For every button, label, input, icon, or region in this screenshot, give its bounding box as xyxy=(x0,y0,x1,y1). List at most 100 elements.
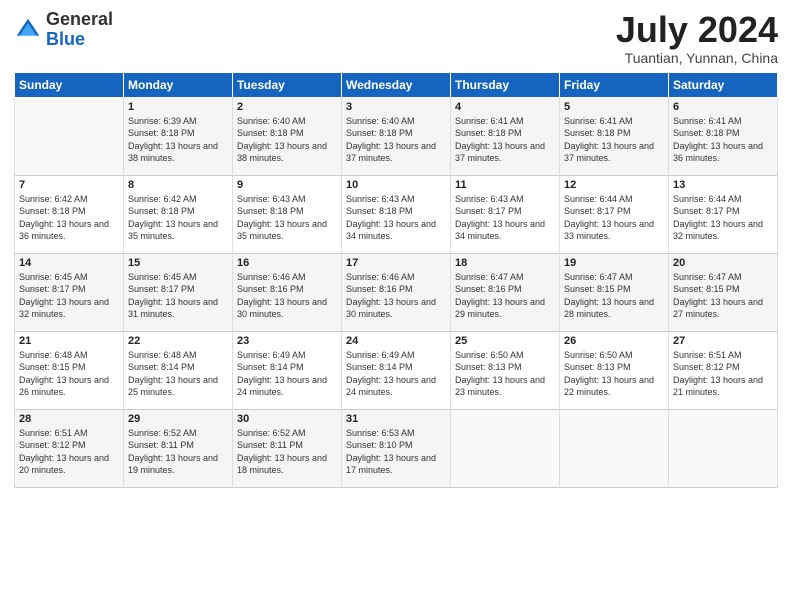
cell-info: Sunrise: 6:47 AM Sunset: 8:15 PM Dayligh… xyxy=(673,271,773,321)
day-number: 28 xyxy=(19,413,119,425)
cell-info: Sunrise: 6:45 AM Sunset: 8:17 PM Dayligh… xyxy=(19,271,119,321)
col-tuesday: Tuesday xyxy=(233,72,342,97)
col-monday: Monday xyxy=(124,72,233,97)
day-number: 15 xyxy=(128,257,228,269)
cell-info: Sunrise: 6:40 AM Sunset: 8:18 PM Dayligh… xyxy=(346,115,446,165)
cell-info: Sunrise: 6:43 AM Sunset: 8:17 PM Dayligh… xyxy=(455,193,555,243)
day-number: 20 xyxy=(673,257,773,269)
cell-info: Sunrise: 6:47 AM Sunset: 8:16 PM Dayligh… xyxy=(455,271,555,321)
logo-icon xyxy=(14,16,42,44)
col-saturday: Saturday xyxy=(669,72,778,97)
header-row: Sunday Monday Tuesday Wednesday Thursday… xyxy=(15,72,778,97)
week-row-5: 28 Sunrise: 6:51 AM Sunset: 8:12 PM Dayli… xyxy=(15,409,778,487)
day-number: 3 xyxy=(346,101,446,113)
calendar-cell: 28 Sunrise: 6:51 AM Sunset: 8:12 PM Dayli… xyxy=(15,409,124,487)
cell-info: Sunrise: 6:45 AM Sunset: 8:17 PM Dayligh… xyxy=(128,271,228,321)
cell-info: Sunrise: 6:43 AM Sunset: 8:18 PM Dayligh… xyxy=(346,193,446,243)
calendar-cell: 16Sunrise: 6:46 AM Sunset: 8:16 PM Dayli… xyxy=(233,253,342,331)
day-number: 18 xyxy=(455,257,555,269)
cell-info: Sunrise: 6:44 AM Sunset: 8:17 PM Dayligh… xyxy=(564,193,664,243)
cell-info: Sunrise: 6:39 AM Sunset: 8:18 PM Dayligh… xyxy=(128,115,228,165)
cell-info: Sunrise: 6:41 AM Sunset: 8:18 PM Dayligh… xyxy=(673,115,773,165)
cell-info: Sunrise: 6:46 AM Sunset: 8:16 PM Dayligh… xyxy=(237,271,337,321)
week-row-3: 14 Sunrise: 6:45 AM Sunset: 8:17 PM Dayli… xyxy=(15,253,778,331)
cell-info: Sunrise: 6:53 AM Sunset: 8:10 PM Dayligh… xyxy=(346,427,446,477)
cell-info: Sunrise: 6:51 AM Sunset: 8:12 PM Dayligh… xyxy=(673,349,773,399)
cell-info: Sunrise: 6:44 AM Sunset: 8:17 PM Dayligh… xyxy=(673,193,773,243)
page: General Blue July 2024 Tuantian, Yunnan,… xyxy=(0,0,792,612)
cell-info: Sunrise: 6:49 AM Sunset: 8:14 PM Dayligh… xyxy=(346,349,446,399)
logo: General Blue xyxy=(14,10,113,50)
col-friday: Friday xyxy=(560,72,669,97)
calendar-cell: 10 Sunrise: 6:43 AM Sunset: 8:18 PM Dayli… xyxy=(342,175,451,253)
day-number: 12 xyxy=(564,179,664,191)
day-number: 26 xyxy=(564,335,664,347)
day-number: 4 xyxy=(455,101,555,113)
day-number: 24 xyxy=(346,335,446,347)
calendar-cell: 26 Sunrise: 6:50 AM Sunset: 8:13 PM Dayli… xyxy=(560,331,669,409)
logo-general: General xyxy=(46,9,113,29)
calendar-cell: 13 Sunrise: 6:44 AM Sunset: 8:17 PM Dayli… xyxy=(669,175,778,253)
calendar-cell xyxy=(560,409,669,487)
day-number: 31 xyxy=(346,413,446,425)
month-title: July 2024 xyxy=(616,10,778,50)
col-sunday: Sunday xyxy=(15,72,124,97)
day-number: 23 xyxy=(237,335,337,347)
calendar-cell xyxy=(669,409,778,487)
day-number: 30 xyxy=(237,413,337,425)
day-number: 5 xyxy=(564,101,664,113)
cell-info: Sunrise: 6:42 AM Sunset: 8:18 PM Dayligh… xyxy=(19,193,119,243)
calendar-body: 1 Sunrise: 6:39 AM Sunset: 8:18 PM Daylig… xyxy=(15,97,778,487)
calendar-cell: 11 Sunrise: 6:43 AM Sunset: 8:17 PM Dayli… xyxy=(451,175,560,253)
calendar-cell xyxy=(451,409,560,487)
cell-info: Sunrise: 6:52 AM Sunset: 8:11 PM Dayligh… xyxy=(128,427,228,477)
cell-info: Sunrise: 6:49 AM Sunset: 8:14 PM Dayligh… xyxy=(237,349,337,399)
calendar-cell: 19Sunrise: 6:47 AM Sunset: 8:15 PM Dayli… xyxy=(560,253,669,331)
day-number: 13 xyxy=(673,179,773,191)
calendar-cell: 5 Sunrise: 6:41 AM Sunset: 8:18 PM Daylig… xyxy=(560,97,669,175)
day-number: 2 xyxy=(237,101,337,113)
cell-info: Sunrise: 6:51 AM Sunset: 8:12 PM Dayligh… xyxy=(19,427,119,477)
calendar-cell: 20 Sunrise: 6:47 AM Sunset: 8:15 PM Dayli… xyxy=(669,253,778,331)
calendar-table: Sunday Monday Tuesday Wednesday Thursday… xyxy=(14,72,778,488)
col-wednesday: Wednesday xyxy=(342,72,451,97)
day-number: 25 xyxy=(455,335,555,347)
day-number: 14 xyxy=(19,257,119,269)
cell-info: Sunrise: 6:43 AM Sunset: 8:18 PM Dayligh… xyxy=(237,193,337,243)
col-thursday: Thursday xyxy=(451,72,560,97)
cell-info: Sunrise: 6:41 AM Sunset: 8:18 PM Dayligh… xyxy=(564,115,664,165)
title-block: July 2024 Tuantian, Yunnan, China xyxy=(616,10,778,66)
calendar-cell xyxy=(15,97,124,175)
week-row-2: 7 Sunrise: 6:42 AM Sunset: 8:18 PM Daylig… xyxy=(15,175,778,253)
calendar-cell: 22Sunrise: 6:48 AM Sunset: 8:14 PM Dayli… xyxy=(124,331,233,409)
calendar-cell: 31 Sunrise: 6:53 AM Sunset: 8:10 PM Dayli… xyxy=(342,409,451,487)
day-number: 19 xyxy=(564,257,664,269)
header: General Blue July 2024 Tuantian, Yunnan,… xyxy=(14,10,778,66)
day-number: 11 xyxy=(455,179,555,191)
calendar-cell: 18 Sunrise: 6:47 AM Sunset: 8:16 PM Dayli… xyxy=(451,253,560,331)
cell-info: Sunrise: 6:50 AM Sunset: 8:13 PM Dayligh… xyxy=(455,349,555,399)
day-number: 1 xyxy=(128,101,228,113)
calendar-cell: 6Sunrise: 6:41 AM Sunset: 8:18 PM Daylig… xyxy=(669,97,778,175)
day-number: 7 xyxy=(19,179,119,191)
cell-info: Sunrise: 6:42 AM Sunset: 8:18 PM Dayligh… xyxy=(128,193,228,243)
day-number: 21 xyxy=(19,335,119,347)
calendar-cell: 8 Sunrise: 6:42 AM Sunset: 8:18 PM Daylig… xyxy=(124,175,233,253)
day-number: 10 xyxy=(346,179,446,191)
cell-info: Sunrise: 6:41 AM Sunset: 8:18 PM Dayligh… xyxy=(455,115,555,165)
calendar-cell: 1 Sunrise: 6:39 AM Sunset: 8:18 PM Daylig… xyxy=(124,97,233,175)
calendar-cell: 29Sunrise: 6:52 AM Sunset: 8:11 PM Dayli… xyxy=(124,409,233,487)
logo-text: General Blue xyxy=(46,10,113,50)
cell-info: Sunrise: 6:50 AM Sunset: 8:13 PM Dayligh… xyxy=(564,349,664,399)
calendar-cell: 2Sunrise: 6:40 AM Sunset: 8:18 PM Daylig… xyxy=(233,97,342,175)
week-row-4: 21 Sunrise: 6:48 AM Sunset: 8:15 PM Dayli… xyxy=(15,331,778,409)
cell-info: Sunrise: 6:48 AM Sunset: 8:15 PM Dayligh… xyxy=(19,349,119,399)
week-row-1: 1 Sunrise: 6:39 AM Sunset: 8:18 PM Daylig… xyxy=(15,97,778,175)
calendar-cell: 27Sunrise: 6:51 AM Sunset: 8:12 PM Dayli… xyxy=(669,331,778,409)
calendar-cell: 30Sunrise: 6:52 AM Sunset: 8:11 PM Dayli… xyxy=(233,409,342,487)
calendar-cell: 9Sunrise: 6:43 AM Sunset: 8:18 PM Daylig… xyxy=(233,175,342,253)
calendar-cell: 4 Sunrise: 6:41 AM Sunset: 8:18 PM Daylig… xyxy=(451,97,560,175)
day-number: 8 xyxy=(128,179,228,191)
calendar-cell: 21 Sunrise: 6:48 AM Sunset: 8:15 PM Dayli… xyxy=(15,331,124,409)
cell-info: Sunrise: 6:48 AM Sunset: 8:14 PM Dayligh… xyxy=(128,349,228,399)
